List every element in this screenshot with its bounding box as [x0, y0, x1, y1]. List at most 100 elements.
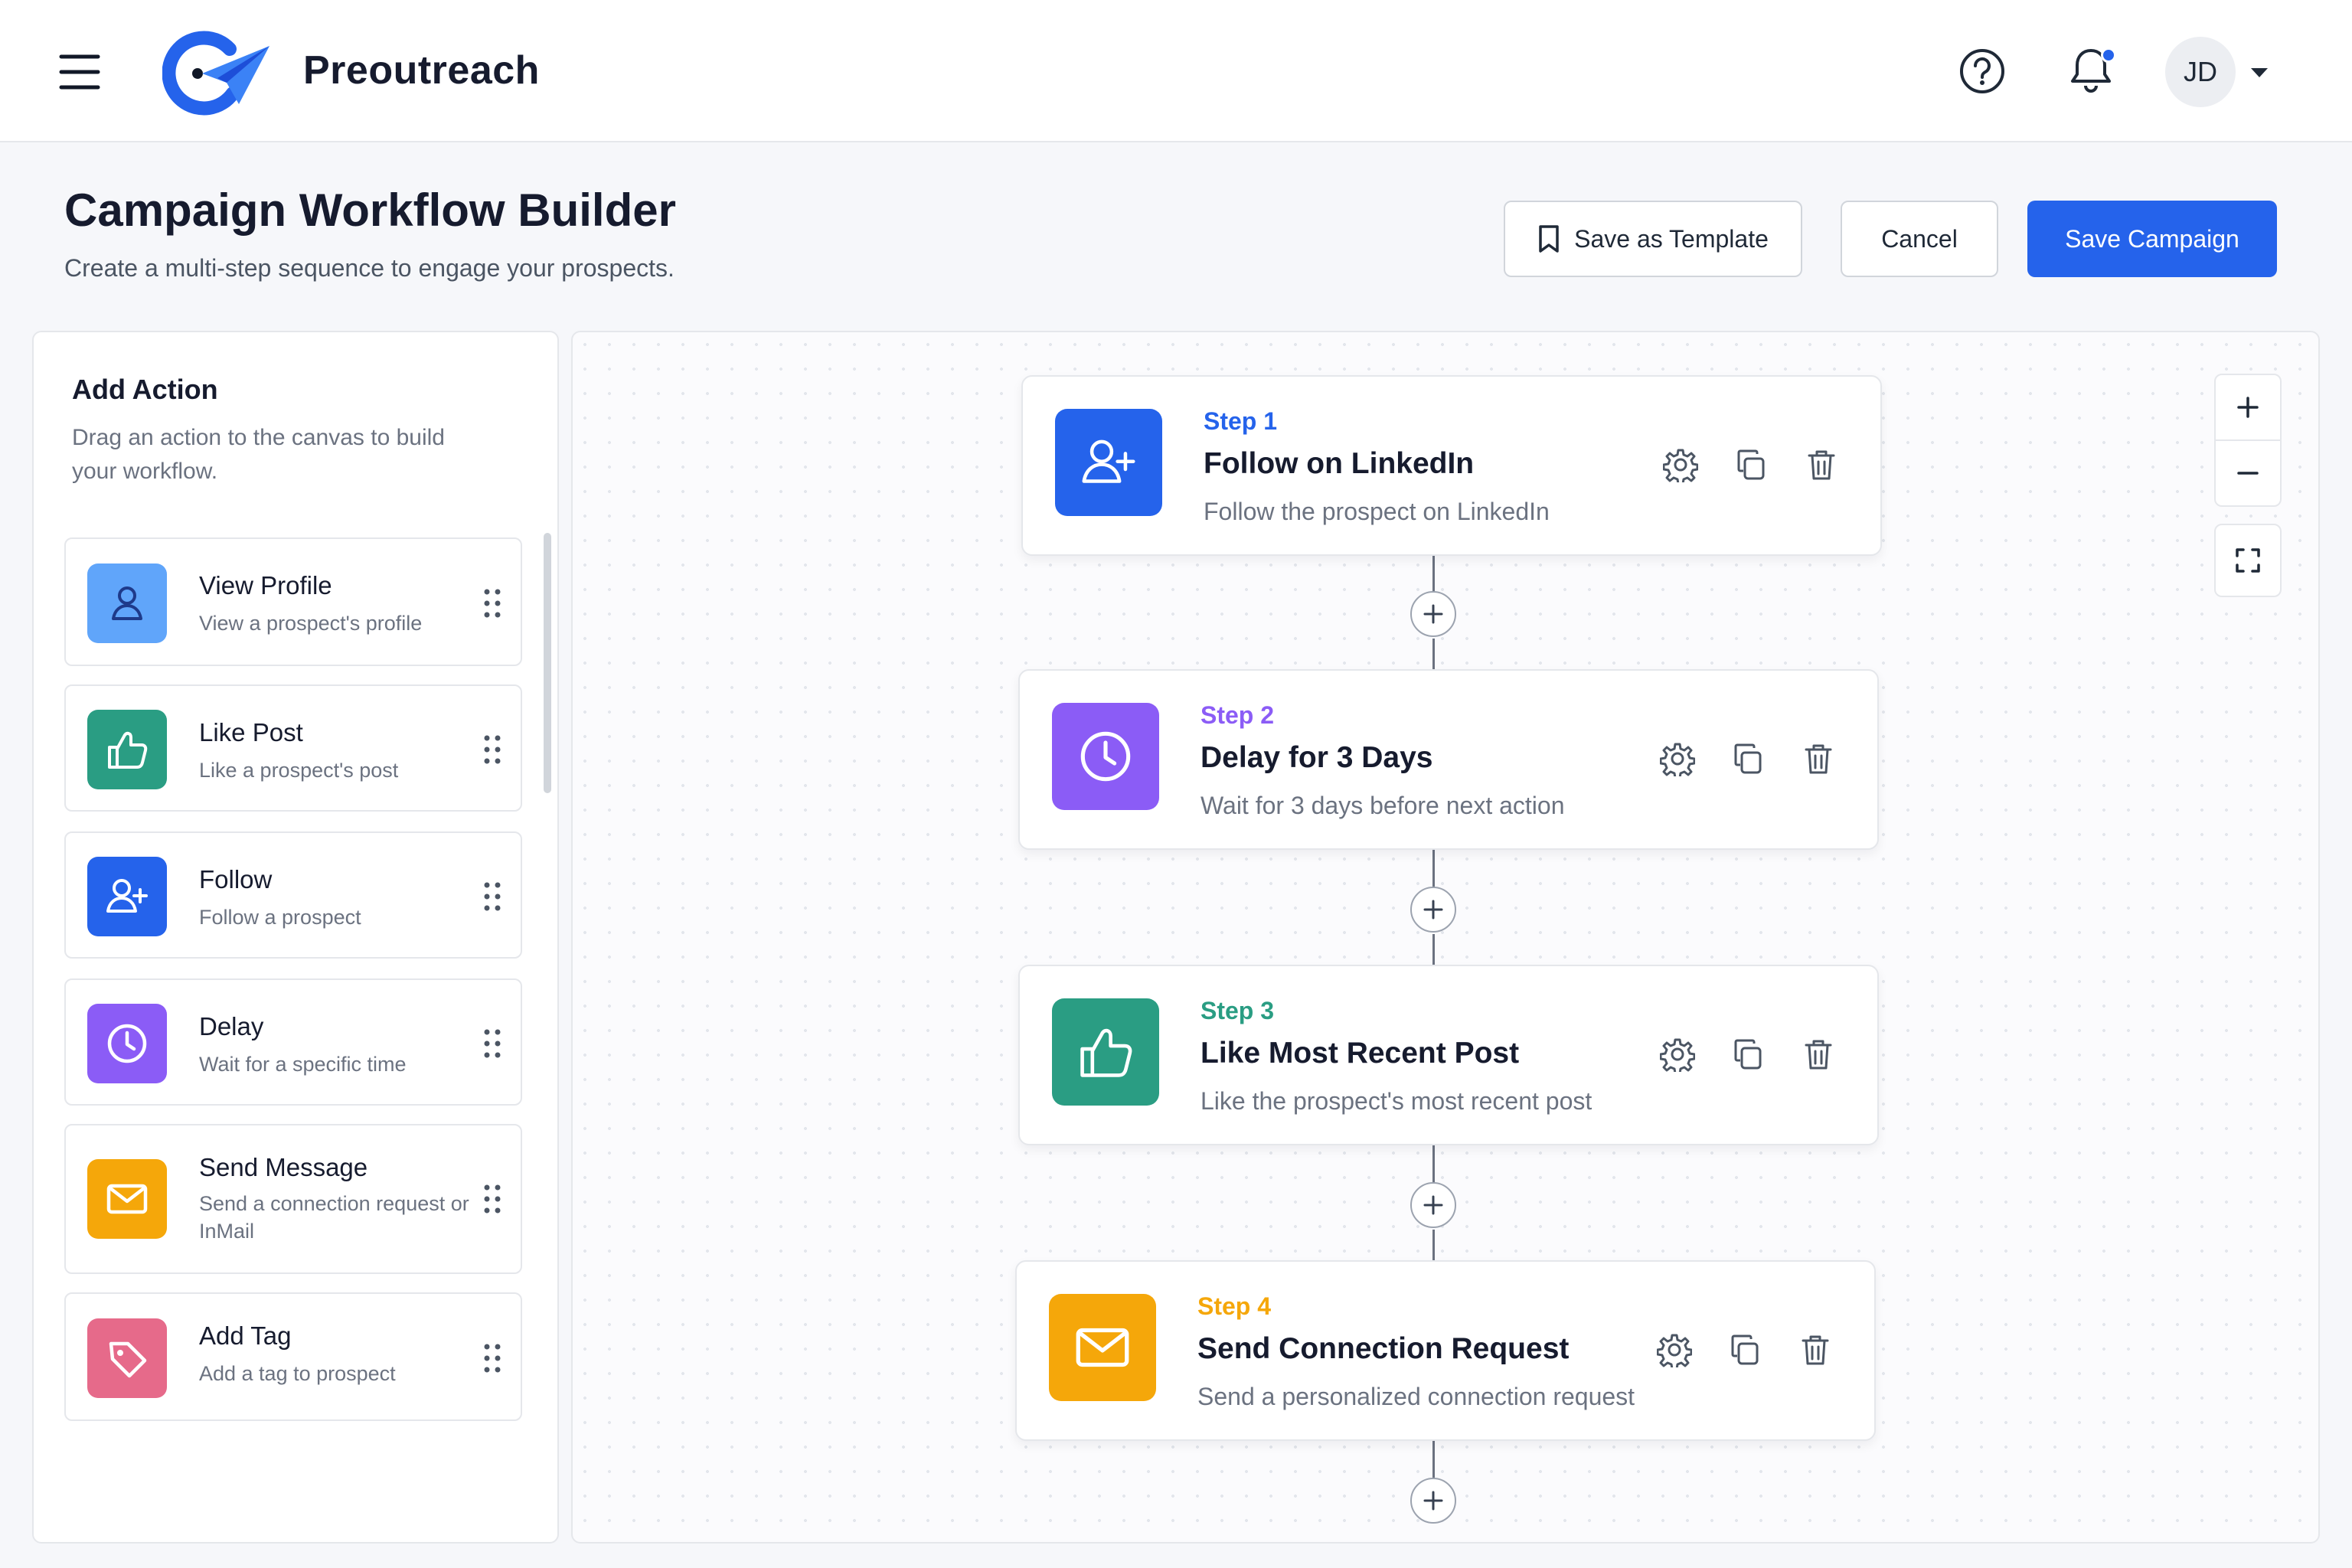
step-description: Wait for 3 days before next action [1200, 792, 1565, 819]
add-step-button[interactable] [1410, 1182, 1456, 1228]
clock-icon [87, 1004, 167, 1083]
zoom-in-icon[interactable] [2216, 375, 2280, 439]
action-description: View a prospect's profile [199, 612, 423, 635]
sidebar-title: Add Action [72, 374, 218, 405]
add-step-button[interactable] [1410, 887, 1456, 933]
settings-gear-icon[interactable] [1658, 740, 1697, 778]
drag-handle-icon[interactable] [482, 734, 502, 765]
duplicate-icon[interactable] [1729, 740, 1767, 778]
step-description: Send a personalized connection request [1197, 1383, 1635, 1410]
chevron-down-icon[interactable] [2249, 66, 2269, 80]
tag-icon [87, 1318, 167, 1398]
zoom-controls [2214, 374, 2282, 507]
delete-trash-icon[interactable] [1796, 1331, 1834, 1369]
workflow-step-1[interactable]: Step 1 Follow on LinkedIn Follow the pro… [1021, 375, 1882, 556]
user-avatar[interactable]: JD [2165, 37, 2236, 107]
thumbs-up-icon [87, 710, 167, 789]
sidebar-scrollbar[interactable] [544, 533, 551, 793]
step-toolbar [1658, 740, 1838, 778]
step-title: Like Most Recent Post [1200, 1037, 1520, 1070]
step-toolbar [1658, 1035, 1838, 1073]
action-description: Wait for a specific time [199, 1053, 407, 1076]
action-title: Follow [199, 865, 273, 893]
clock-icon [1052, 703, 1159, 810]
drag-handle-icon[interactable] [482, 588, 502, 619]
fit-to-screen-icon[interactable] [2214, 524, 2282, 597]
step-toolbar [1661, 446, 1841, 484]
notification-dot [2101, 47, 2116, 63]
add-action-sidebar: Add Action Drag an action to the canvas … [32, 331, 559, 1544]
action-send-message[interactable]: Send Message Send a connection request o… [64, 1124, 522, 1274]
zoom-out-icon[interactable] [2216, 441, 2280, 505]
step-label: Step 1 [1204, 407, 1278, 435]
action-delay[interactable]: Delay Wait for a specific time [64, 978, 522, 1106]
workflow-step-4[interactable]: Step 4 Send Connection Request Send a pe… [1015, 1260, 1876, 1441]
action-follow[interactable]: Follow Follow a prospect [64, 831, 522, 959]
action-title: View Profile [199, 571, 332, 599]
action-add-tag[interactable]: Add Tag Add a tag to prospect [64, 1292, 522, 1421]
connector-line [1432, 1441, 1435, 1479]
connector-line [1432, 639, 1435, 669]
thumbs-up-icon [1052, 998, 1159, 1106]
save-campaign-button[interactable]: Save Campaign [2027, 201, 2277, 277]
step-title: Send Connection Request [1197, 1332, 1570, 1365]
duplicate-icon[interactable] [1729, 1035, 1767, 1073]
brand-name: Preoutreach [303, 48, 540, 93]
connector-line [1432, 1145, 1435, 1184]
save-as-template-button[interactable]: Save as Template [1504, 201, 1802, 277]
user-plus-icon [87, 857, 167, 936]
duplicate-icon[interactable] [1726, 1331, 1764, 1369]
action-title: Add Tag [199, 1321, 292, 1350]
save-as-template-label: Save as Template [1574, 224, 1769, 253]
drag-handle-icon[interactable] [482, 881, 502, 912]
delete-trash-icon[interactable] [1799, 1035, 1838, 1073]
connector-line [1432, 1230, 1435, 1262]
settings-gear-icon[interactable] [1655, 1331, 1694, 1369]
settings-gear-icon[interactable] [1661, 446, 1700, 484]
user-icon [87, 564, 167, 643]
connector-line [1432, 934, 1435, 966]
connector-line [1432, 850, 1435, 888]
add-step-button[interactable] [1410, 1478, 1456, 1524]
action-description: Send a connection request or InMail [199, 1192, 469, 1243]
mail-icon [87, 1159, 167, 1239]
step-label: Step 4 [1197, 1292, 1272, 1320]
drag-handle-icon[interactable] [482, 1343, 502, 1374]
workflow-step-2[interactable]: Step 2 Delay for 3 Days Wait for 3 days … [1018, 669, 1879, 850]
action-title: Send Message [199, 1153, 368, 1181]
step-title: Follow on LinkedIn [1204, 447, 1475, 480]
settings-gear-icon[interactable] [1658, 1035, 1697, 1073]
sidebar-description: Drag an action to the canvas to build yo… [72, 425, 445, 484]
action-title: Like Post [199, 718, 303, 746]
user-plus-icon [1055, 409, 1162, 516]
brand-logo-icon [162, 31, 271, 116]
delete-trash-icon[interactable] [1802, 446, 1841, 484]
step-description: Follow the prospect on LinkedIn [1204, 498, 1550, 525]
notifications-bell-icon[interactable] [2067, 44, 2116, 95]
action-description: Like a prospect's post [199, 759, 399, 782]
step-toolbar [1655, 1331, 1834, 1369]
drag-handle-icon[interactable] [482, 1028, 502, 1059]
action-description: Add a tag to prospect [199, 1362, 396, 1385]
delete-trash-icon[interactable] [1799, 740, 1838, 778]
mail-icon [1049, 1294, 1156, 1401]
workflow-step-3[interactable]: Step 3 Like Most Recent Post Like the pr… [1018, 965, 1879, 1145]
add-step-button[interactable] [1410, 591, 1456, 637]
page-subtitle: Create a multi-step sequence to engage y… [64, 254, 675, 282]
action-like-post[interactable]: Like Post Like a prospect's post [64, 684, 522, 812]
step-title: Delay for 3 Days [1200, 741, 1433, 774]
step-description: Like the prospect's most recent post [1200, 1087, 1592, 1115]
drag-handle-icon[interactable] [482, 1184, 502, 1214]
action-view-profile[interactable]: View Profile View a prospect's profile [64, 537, 522, 666]
hamburger-menu-icon[interactable] [58, 52, 101, 92]
top-bar: Preoutreach JD [0, 0, 2352, 142]
help-icon[interactable] [1958, 47, 2006, 95]
action-title: Delay [199, 1012, 264, 1040]
page-title: Campaign Workflow Builder [64, 185, 676, 236]
step-label: Step 3 [1200, 997, 1275, 1024]
cancel-button[interactable]: Cancel [1841, 201, 1998, 277]
action-description: Follow a prospect [199, 906, 361, 929]
bookmark-icon [1537, 224, 1574, 253]
step-label: Step 2 [1200, 701, 1275, 729]
duplicate-icon[interactable] [1732, 446, 1770, 484]
